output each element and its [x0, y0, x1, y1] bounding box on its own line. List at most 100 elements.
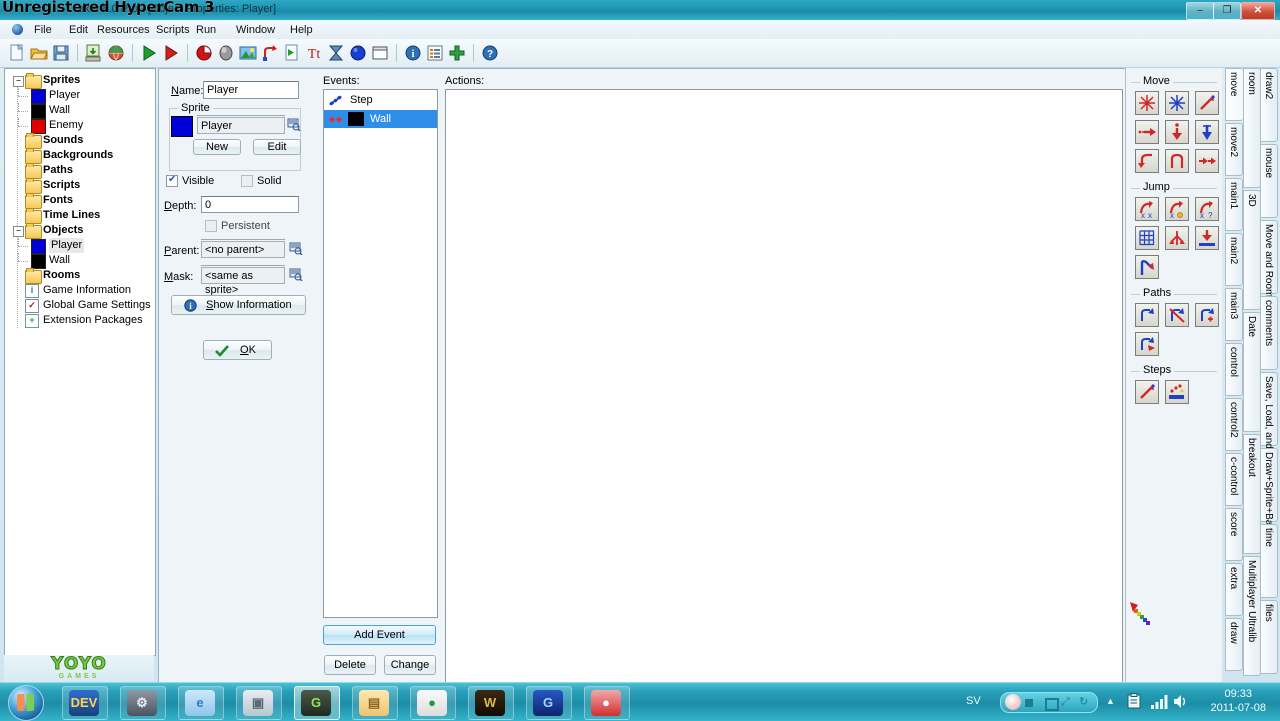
- wrap-screen-icon[interactable]: [1165, 226, 1189, 250]
- path-speed-icon[interactable]: [1135, 332, 1159, 356]
- taskbar-button-hypercam[interactable]: ▣: [236, 686, 282, 720]
- new-file-icon[interactable]: [8, 44, 26, 62]
- taskbar-button-record-app[interactable]: ●: [584, 686, 630, 720]
- vtab-main3[interactable]: main3: [1225, 288, 1243, 341]
- step-avoiding-icon[interactable]: [1165, 380, 1189, 404]
- add-sound-icon[interactable]: [217, 44, 235, 62]
- add-sprite-icon[interactable]: [195, 44, 213, 62]
- tree-expander[interactable]: −: [13, 76, 24, 87]
- speed-vertical-icon[interactable]: [1165, 120, 1189, 144]
- add-script-icon[interactable]: [283, 44, 301, 62]
- actions-list[interactable]: [445, 89, 1123, 683]
- vtab-draw[interactable]: draw: [1225, 618, 1243, 671]
- taskbar-button-game-maker[interactable]: G: [294, 686, 340, 720]
- add-path-icon[interactable]: [261, 44, 279, 62]
- resize-icon[interactable]: ⤢: [1061, 697, 1072, 708]
- window-maximize-button[interactable]: ❐: [1213, 2, 1241, 20]
- persistent-checkbox[interactable]: [205, 220, 217, 232]
- clock[interactable]: 09:33 2011-07-08: [1211, 687, 1266, 715]
- show-hidden-icons-button[interactable]: ▲: [1106, 696, 1115, 706]
- refresh-icon[interactable]: ↻: [1079, 697, 1090, 708]
- vtab-date[interactable]: Date: [1243, 312, 1261, 432]
- global-game-settings-icon[interactable]: [426, 44, 444, 62]
- vtab-extra[interactable]: extra: [1225, 563, 1243, 616]
- tree-item-global-game-settings[interactable]: ✓ Global Game Settings: [5, 298, 153, 313]
- tree-item-game-information[interactable]: i Game Information: [5, 283, 153, 298]
- taskbar-button-dev-cpp[interactable]: DEV: [62, 686, 108, 720]
- vtab-3d[interactable]: 3D: [1243, 190, 1261, 310]
- resource-tree[interactable]: − Sprites Player Wall Enemy Sounds Backgrounds…: [4, 68, 156, 656]
- vtab-time[interactable]: time: [1260, 524, 1278, 598]
- object-name-input[interactable]: Player: [203, 81, 299, 99]
- menu-resources[interactable]: Resources: [93, 23, 154, 37]
- jump-position-icon[interactable]: xx: [1135, 197, 1159, 221]
- help-icon[interactable]: ?: [481, 44, 499, 62]
- move-fixed-icon[interactable]: [1135, 91, 1159, 115]
- reverse-horizontal-icon[interactable]: [1135, 149, 1159, 173]
- tree-item-player[interactable]: Player: [5, 238, 153, 254]
- menu-run[interactable]: Run: [192, 23, 220, 37]
- run-debug-icon[interactable]: [162, 44, 180, 62]
- add-font-icon[interactable]: Tt: [305, 44, 323, 62]
- taskbar-button-gamex[interactable]: G: [526, 686, 572, 720]
- vtab-mouse[interactable]: mouse: [1260, 144, 1278, 218]
- start-button[interactable]: [8, 685, 44, 721]
- window-close-button[interactable]: ✕: [1241, 2, 1275, 20]
- action-center-icon[interactable]: [1126, 693, 1143, 710]
- tab-column-outer[interactable]: draw2 mouse Move and Room comments Save, Loa…: [1260, 68, 1280, 682]
- end-path-icon[interactable]: [1165, 303, 1189, 327]
- new-sprite-button[interactable]: New: [193, 139, 241, 155]
- window-minimize-button[interactable]: –: [1186, 2, 1214, 20]
- add-object-icon[interactable]: [349, 44, 367, 62]
- bounce-icon[interactable]: [1135, 255, 1159, 279]
- volume-widget[interactable]: ⤢ ↻: [1000, 692, 1098, 713]
- edit-sprite-button[interactable]: Edit: [253, 139, 301, 155]
- change-event-button[interactable]: Change: [384, 655, 436, 675]
- ok-button[interactable]: OK: [203, 340, 272, 360]
- add-background-icon[interactable]: [239, 44, 257, 62]
- tree-item-extension-packages[interactable]: + Extension Packages: [5, 313, 153, 328]
- show-information-button[interactable]: i Show Information: [171, 295, 306, 315]
- network-icon[interactable]: [1150, 693, 1168, 710]
- event-row[interactable]: Step: [324, 91, 437, 109]
- move-towards-icon[interactable]: [1195, 91, 1219, 115]
- game-information-icon[interactable]: i: [404, 44, 422, 62]
- menu-edit[interactable]: Edit: [65, 23, 92, 37]
- tree-item-backgrounds[interactable]: Backgrounds: [5, 148, 153, 164]
- vtab-move[interactable]: move: [1225, 68, 1243, 121]
- tree-item-wall[interactable]: Wall: [5, 253, 153, 269]
- tree-item-player[interactable]: Player: [5, 88, 153, 104]
- parent-picker-icon[interactable]: [289, 242, 303, 255]
- events-list[interactable]: Step Wall: [323, 89, 438, 618]
- vtab-score[interactable]: score: [1225, 508, 1243, 561]
- publish-globe-icon[interactable]: [107, 44, 125, 62]
- add-timeline-icon[interactable]: [327, 44, 345, 62]
- vtab-multiplayer-ultralib[interactable]: Multiplayer Ultralib: [1243, 556, 1261, 676]
- vtab-main2[interactable]: main2: [1225, 233, 1243, 286]
- mask-select-field[interactable]: <same as sprite>: [201, 267, 285, 296]
- solid-checkbox[interactable]: [241, 175, 253, 187]
- menu-window[interactable]: Window: [232, 23, 279, 37]
- tree-item-scripts[interactable]: Scripts: [5, 178, 153, 194]
- jump-start-icon[interactable]: x: [1165, 197, 1189, 221]
- vtab-draw-sprite-background[interactable]: Draw+Sprite+Background: [1260, 448, 1278, 567]
- create-executable-icon[interactable]: [85, 44, 103, 62]
- taskbar-button-google-chrome[interactable]: ●: [410, 686, 456, 720]
- align-to-grid-icon[interactable]: [1135, 226, 1159, 250]
- menu-help[interactable]: Help: [286, 23, 317, 37]
- vtab-save-load-and-mouse[interactable]: Save, Load, and Mouse: [1260, 372, 1278, 482]
- vtab-control2[interactable]: control2: [1225, 398, 1243, 451]
- add-event-button[interactable]: Add Event: [323, 625, 436, 645]
- tree-item-sounds[interactable]: Sounds: [5, 133, 153, 149]
- tree-item-enemy[interactable]: Enemy: [5, 118, 153, 134]
- taskbar-button-world-of-warcraft[interactable]: W: [468, 686, 514, 720]
- taskbar-button-internet-explorer[interactable]: e: [178, 686, 224, 720]
- add-room-icon[interactable]: [371, 44, 389, 62]
- reverse-vertical-icon[interactable]: [1165, 149, 1189, 173]
- stop-icon[interactable]: [1025, 699, 1033, 707]
- vtab-files[interactable]: files: [1260, 600, 1278, 674]
- step-towards-icon[interactable]: [1135, 380, 1159, 404]
- tree-item-rooms[interactable]: Rooms: [5, 268, 153, 284]
- tree-item-paths[interactable]: Paths: [5, 163, 153, 179]
- jump-random-icon[interactable]: x?: [1195, 197, 1219, 221]
